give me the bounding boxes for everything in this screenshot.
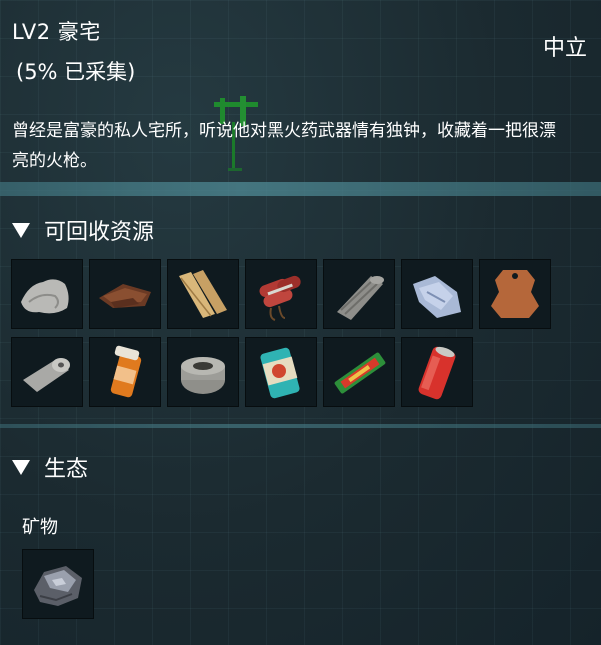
resource-item-dynamite[interactable] (245, 259, 317, 329)
food-can-icon (260, 347, 300, 399)
cloth-icon (21, 279, 69, 314)
leather-hide-icon (491, 270, 539, 318)
ecology-heading: 生态 (44, 457, 89, 482)
resource-item-pill-bottle[interactable] (89, 337, 161, 407)
leather-scraps-icon (99, 284, 151, 308)
resource-item-wood-planks[interactable] (167, 259, 239, 329)
fabric-roll-icon (337, 276, 384, 320)
resource-item-leather-hide[interactable] (479, 259, 551, 329)
resource-item-plastic-sheet[interactable] (401, 259, 473, 329)
resource-item-soda-can[interactable] (401, 337, 473, 407)
ore-rock-icon (34, 566, 82, 606)
resource-item-cloth[interactable] (11, 259, 83, 329)
plastic-sheet-icon (413, 276, 461, 318)
section-divider (0, 182, 601, 196)
wood-planks-icon (179, 270, 227, 318)
minerals-label: 矿物 (22, 517, 58, 538)
toilet-paper-icon (23, 358, 70, 392)
snack-bar-icon (334, 352, 386, 394)
resource-item-fabric-roll[interactable] (323, 259, 395, 329)
resource-item-toilet-paper[interactable] (11, 337, 83, 407)
collapse-triangle-icon[interactable] (12, 222, 30, 238)
collapse-triangle-icon[interactable] (12, 459, 30, 475)
resource-item-food-can[interactable] (245, 337, 317, 407)
resources-section-header[interactable]: 可回收资源 (12, 214, 154, 246)
resources-heading: 可回收资源 (44, 220, 155, 245)
faction-label: 中立 (542, 36, 587, 61)
mineral-item-ore[interactable] (22, 549, 94, 619)
ecology-section-header[interactable]: 生态 (12, 451, 88, 483)
dynamite-icon (259, 275, 301, 321)
pill-bottle-icon (110, 345, 142, 398)
collection-progress: (5% 已采集) (16, 60, 136, 84)
location-title: LV2 豪宅 (12, 20, 101, 44)
duct-tape-icon (181, 357, 225, 394)
resource-item-duct-tape[interactable] (167, 337, 239, 407)
soda-can-icon (418, 346, 456, 400)
location-description: 曾经是富豪的私人宅所，听说他对黑火药武器情有独钟，收藏着一把很漂亮的火枪。 (12, 121, 556, 171)
location-info-panel: LV2 豪宅 (5% 已采集) 中立 曾经是富豪的私人宅所，听说他对黑火药武器情… (0, 0, 601, 645)
resource-item-snack-bar[interactable] (323, 337, 395, 407)
resource-item-leather-scraps[interactable] (89, 259, 161, 329)
section-divider (0, 424, 601, 428)
